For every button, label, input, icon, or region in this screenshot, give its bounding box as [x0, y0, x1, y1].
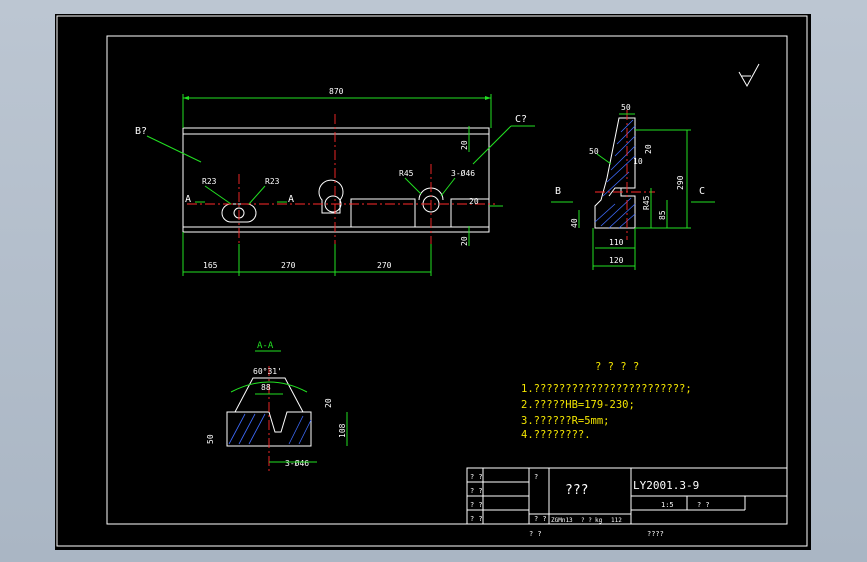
technical-notes: ? ? ? ? 1.????????????????????????; 2.??…: [521, 361, 692, 441]
notes-line-3: 3.??????R=5mm;: [521, 415, 610, 427]
section-dim-88: 88: [261, 383, 271, 392]
cad-drawing[interactable]: 870 165 270 270 20 20 20 R23 R23 R45 3-Ø…: [55, 14, 811, 550]
side-dim-110: 110: [609, 238, 624, 247]
notes-line-4: 4.????????.: [521, 429, 591, 441]
dim-20-mid: 20: [469, 197, 479, 206]
section-dim-holes: 3-Ø46: [285, 458, 309, 468]
view-label-b: B?: [135, 126, 147, 137]
dim-20-bot: 20: [460, 236, 469, 246]
tb-drawing-number: LY2001.3-9: [633, 479, 699, 492]
side-dim-50-top: 50: [621, 103, 631, 112]
inner-frame: [106, 35, 788, 525]
dim-r45: R45: [399, 169, 414, 178]
tb-q: ? ?: [581, 517, 592, 524]
footer-left: ? ?: [529, 530, 542, 538]
tb-scale: 1:5: [661, 501, 674, 509]
tb-sheet: ? ?: [697, 501, 710, 509]
side-dim-290: 290: [676, 175, 685, 190]
section-dim-20: 20: [324, 398, 333, 408]
tb-cell-1: ? ?: [470, 473, 483, 481]
dim-270-a: 270: [281, 261, 296, 270]
notes-line-1: 1.????????????????????????;: [521, 383, 692, 395]
side-dim-40: 40: [570, 218, 579, 228]
dim-r23-right: R23: [265, 177, 280, 186]
section-a-right: A: [288, 194, 294, 205]
section-aa-title: A-A: [257, 341, 274, 351]
section-angle: 60°31': [253, 367, 282, 376]
tb-weight: 112: [611, 517, 622, 524]
dim-overall-length: 870: [329, 87, 344, 96]
side-arrow-c: C: [699, 186, 705, 197]
footer-right: ????: [647, 530, 664, 538]
view-label-c: C?: [515, 114, 527, 125]
side-arrow-b: B: [555, 186, 561, 197]
dim-20-top: 20: [460, 140, 469, 150]
tb-cell-4: ? ?: [470, 515, 483, 523]
front-view: [182, 114, 495, 246]
tb-part-name: ???: [565, 483, 588, 498]
section-dim-50: 50: [206, 434, 215, 444]
outer-frame: [56, 15, 808, 547]
tb-material: ZGMn13: [551, 517, 573, 524]
dim-3-holes: 3-Ø46: [451, 168, 475, 178]
side-dim-20: 20: [644, 144, 653, 154]
tb-cell-3: ? ?: [470, 501, 483, 509]
section-a-left: A: [185, 194, 191, 205]
side-dim-120: 120: [609, 256, 624, 265]
side-dim-10: 10: [633, 157, 643, 166]
roughness-symbol-icon: [738, 63, 760, 88]
title-block: ? ? ? ? ? ? ? ? ? ? ? ??? LY2001.3-9 ZGM…: [466, 467, 788, 525]
section-dim-108: 108: [338, 423, 347, 438]
tb-cell-6: ? ?: [534, 515, 547, 523]
cad-viewport[interactable]: 870 165 270 270 20 20 20 R23 R23 R45 3-Ø…: [55, 14, 811, 550]
notes-line-2: 2.?????HB=179-230;: [521, 399, 635, 411]
side-dim-85: 85: [658, 210, 667, 220]
tb-weight-unit: kg: [595, 517, 603, 524]
tb-cell-2: ? ?: [470, 487, 483, 495]
dim-165: 165: [203, 261, 218, 270]
notes-heading: ? ? ? ?: [595, 361, 639, 373]
section-aa-view: A-A 60°31' 88 20 108 50 3-Ø46: [206, 341, 348, 474]
dim-270-b: 270: [377, 261, 392, 270]
tb-cell-5: ?: [534, 473, 538, 481]
dim-r23-left: R23: [202, 177, 217, 186]
side-dim-r45: R45: [642, 195, 651, 210]
